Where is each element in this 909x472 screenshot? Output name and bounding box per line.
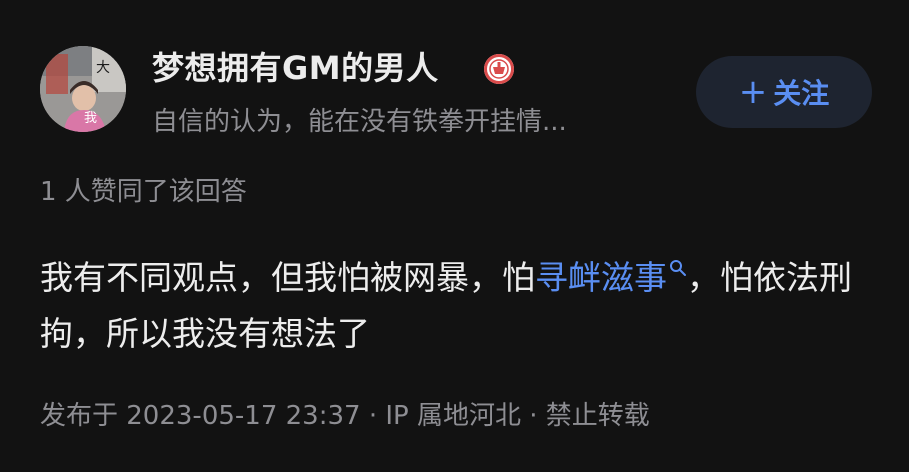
avatar[interactable]: 大 我 bbox=[40, 46, 126, 132]
answer-card: 大 我 梦想拥有GM的男人 自信的认为，能在没有铁拳开挂情... + 关注 1 … bbox=[0, 0, 909, 472]
search-icon bbox=[670, 260, 686, 276]
author-name[interactable]: 梦想拥有GM的男人 bbox=[152, 47, 439, 89]
answer-body: 我有不同观点，但我怕被网暴，怕寻衅滋事 ，怕依法刑拘，所以我没有想法了 bbox=[40, 250, 870, 362]
follow-button-label: 关注 bbox=[773, 77, 830, 110]
search-keyword-link[interactable]: 寻衅滋事 bbox=[535, 258, 687, 297]
post-meta: 发布于 2023-05-17 23:37 · IP 属地河北 · 禁止转载 bbox=[40, 401, 650, 431]
search-keyword-text: 寻衅滋事 bbox=[535, 258, 667, 297]
likes-count-text: 1 人赞同了该回答 bbox=[40, 177, 247, 207]
avatar-text-bottom: 我 bbox=[84, 111, 97, 126]
follow-button[interactable]: + 关注 bbox=[696, 56, 872, 128]
answer-text-part1: 我有不同观点，但我怕被网暴，怕 bbox=[40, 258, 535, 297]
plus-icon: + bbox=[738, 72, 768, 112]
author-bio: 自信的认为，能在没有铁拳开挂情... bbox=[152, 107, 567, 137]
avatar-image: 大 我 bbox=[40, 46, 126, 132]
avatar-text-top: 大 bbox=[96, 60, 110, 76]
red-badge-icon bbox=[484, 54, 514, 84]
